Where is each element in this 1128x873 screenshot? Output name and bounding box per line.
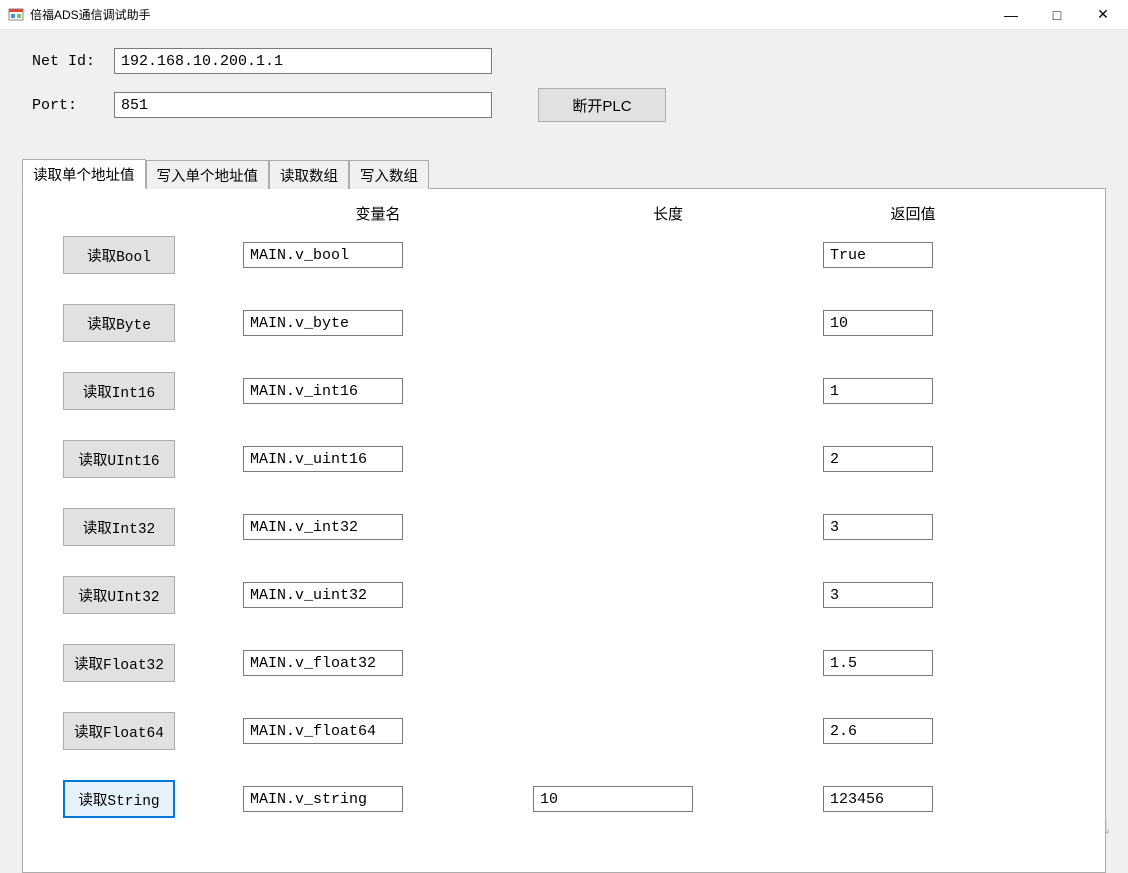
read-button[interactable]: 读取Byte: [63, 304, 175, 342]
result-output[interactable]: [823, 582, 933, 608]
app-window: 倍福ADS通信调试助手 — □ ✕ Net Id: Port: 断开PLC 读取…: [0, 0, 1128, 843]
disconnect-plc-button[interactable]: 断开PLC: [538, 88, 666, 122]
read-row: 读取String: [63, 780, 1075, 818]
maximize-button[interactable]: □: [1034, 0, 1080, 30]
netid-input[interactable]: [114, 48, 492, 74]
tab-read-single[interactable]: 读取单个地址值: [22, 159, 146, 189]
tab-write-array[interactable]: 写入数组: [349, 160, 429, 189]
result-output[interactable]: [823, 242, 933, 268]
app-icon: [8, 7, 24, 23]
variable-input[interactable]: [243, 378, 403, 404]
window-controls: — □ ✕: [988, 0, 1126, 30]
close-button[interactable]: ✕: [1080, 0, 1126, 30]
header-result: 返回值: [823, 203, 1003, 224]
read-row: 读取Byte: [63, 304, 1075, 342]
variable-input[interactable]: [243, 446, 403, 472]
read-row: 读取Int16: [63, 372, 1075, 410]
tab-write-single[interactable]: 写入单个地址值: [146, 160, 270, 189]
minimize-button[interactable]: —: [988, 0, 1034, 30]
tabs-container: 读取单个地址值 写入单个地址值 读取数组 写入数组 变量名 长度 返回值 读取B…: [22, 162, 1106, 873]
variable-input[interactable]: [243, 582, 403, 608]
read-row: 读取Int32: [63, 508, 1075, 546]
header-length: 长度: [533, 203, 803, 224]
read-button[interactable]: 读取Int32: [63, 508, 175, 546]
read-button[interactable]: 读取Float64: [63, 712, 175, 750]
read-button[interactable]: 读取UInt32: [63, 576, 175, 614]
result-output[interactable]: [823, 718, 933, 744]
result-output[interactable]: [823, 514, 933, 540]
variable-input[interactable]: [243, 514, 403, 540]
read-button[interactable]: 读取Bool: [63, 236, 175, 274]
read-button[interactable]: 读取Float32: [63, 644, 175, 682]
read-button[interactable]: 读取Int16: [63, 372, 175, 410]
result-output[interactable]: [823, 378, 933, 404]
connection-form: Net Id: Port: 断开PLC: [0, 30, 1128, 144]
window-title: 倍福ADS通信调试助手: [30, 6, 151, 23]
variable-input[interactable]: [243, 310, 403, 336]
read-button[interactable]: 读取String: [63, 780, 175, 818]
column-headers: 变量名 长度 返回值: [63, 203, 1075, 224]
tab-read-array[interactable]: 读取数组: [269, 160, 349, 189]
variable-input[interactable]: [243, 786, 403, 812]
tab-strip: 读取单个地址值 写入单个地址值 读取数组 写入数组: [22, 162, 1106, 188]
read-row: 读取UInt32: [63, 576, 1075, 614]
title-bar: 倍福ADS通信调试助手 — □ ✕: [0, 0, 1128, 30]
port-input[interactable]: [114, 92, 492, 118]
result-output[interactable]: [823, 650, 933, 676]
variable-input[interactable]: [243, 718, 403, 744]
header-variable: 变量名: [243, 203, 513, 224]
read-button[interactable]: 读取UInt16: [63, 440, 175, 478]
read-row: 读取Bool: [63, 236, 1075, 274]
length-input[interactable]: [533, 786, 693, 812]
read-row: 读取Float32: [63, 644, 1075, 682]
result-output[interactable]: [823, 446, 933, 472]
netid-label: Net Id:: [32, 53, 114, 70]
title-left: 倍福ADS通信调试助手: [8, 6, 151, 23]
variable-input[interactable]: [243, 242, 403, 268]
tab-panel-read-single: 变量名 长度 返回值 读取Bool 读取Byte 读取Int16 读取UInt16 读取…: [22, 188, 1106, 873]
port-label: Port:: [32, 97, 114, 114]
read-row: 读取UInt16: [63, 440, 1075, 478]
read-row: 读取Float64: [63, 712, 1075, 750]
result-output[interactable]: [823, 786, 933, 812]
result-output[interactable]: [823, 310, 933, 336]
variable-input[interactable]: [243, 650, 403, 676]
